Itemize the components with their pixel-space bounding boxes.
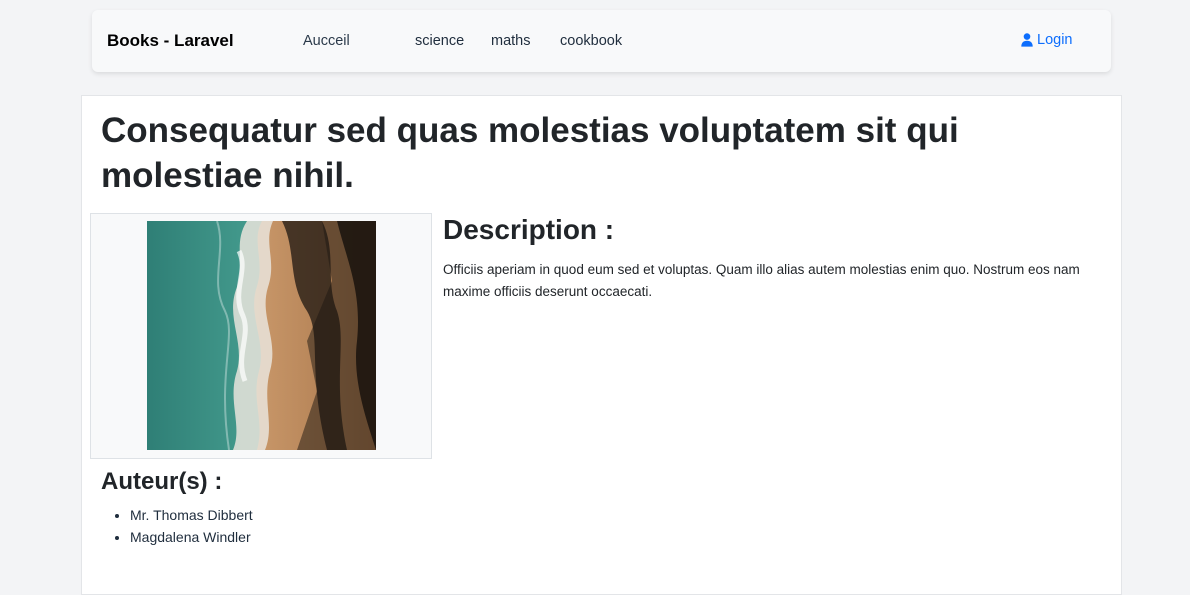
nav-link-cookbook[interactable]: cookbook (560, 33, 622, 49)
book-cover-image (147, 221, 376, 450)
author-link[interactable]: Magdalena Windler (130, 529, 251, 545)
author-link[interactable]: Mr. Thomas Dibbert (130, 507, 253, 523)
list-item: Mr. Thomas Dibbert (130, 504, 253, 526)
login-link[interactable]: Login (1021, 32, 1072, 48)
book-card: Consequatur sed quas molestias voluptate… (81, 95, 1122, 595)
login-label: Login (1037, 32, 1073, 48)
brand-link[interactable]: Books - Laravel (107, 31, 234, 51)
user-icon (1021, 33, 1033, 47)
nav-link-science[interactable]: science (415, 33, 464, 49)
navbar: Books - Laravel Aucceil science maths co… (92, 10, 1111, 72)
authors-list: Mr. Thomas Dibbert Magdalena Windler (101, 504, 253, 548)
list-item: Magdalena Windler (130, 526, 253, 548)
nav-link-maths[interactable]: maths (491, 33, 531, 49)
description-text: Officiis aperiam in quod eum sed et volu… (443, 262, 1080, 299)
authors-heading: Auteur(s) : (101, 468, 223, 495)
book-image-container (90, 213, 432, 459)
book-title: Consequatur sed quas molestias voluptate… (101, 111, 959, 195)
description-heading: Description : (443, 214, 615, 245)
nav-link-home[interactable]: Aucceil (303, 33, 350, 49)
